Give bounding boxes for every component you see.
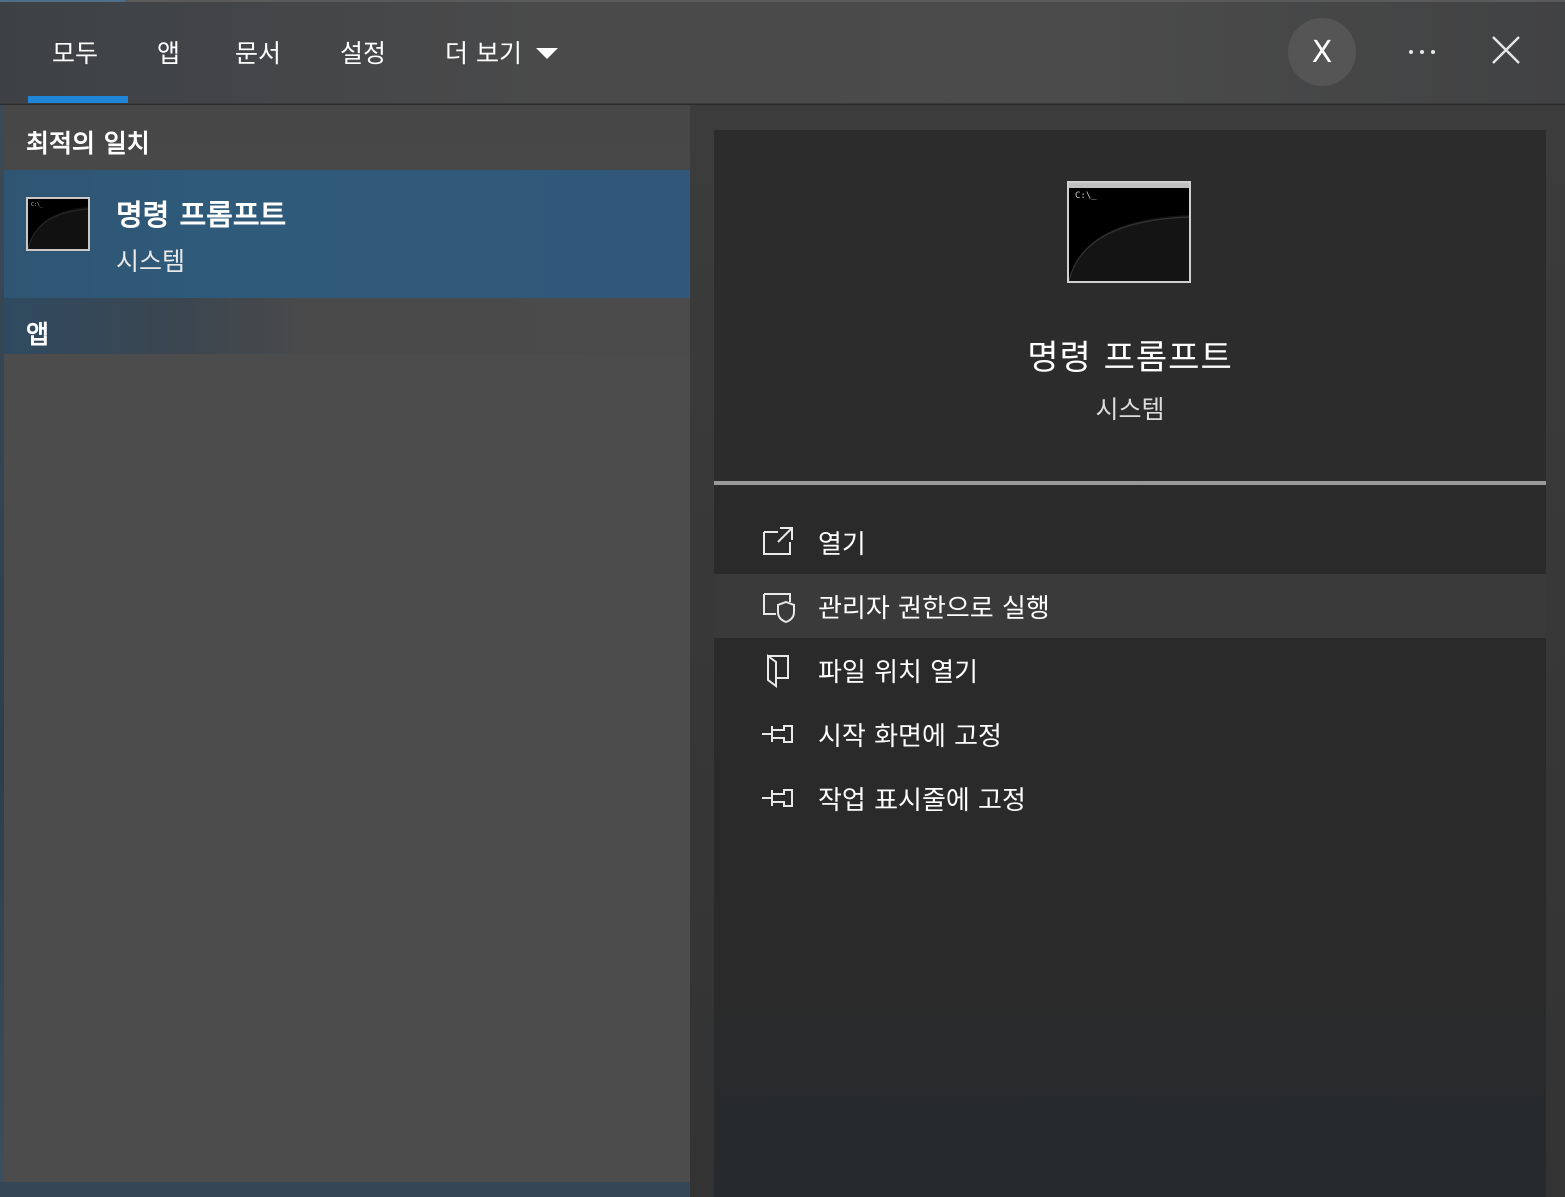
apps-section-header: 앱	[26, 320, 50, 349]
best-match-title: 명령 프롬프트	[116, 198, 287, 232]
detail-divider	[714, 481, 1546, 485]
tab-more-dropdown[interactable]: 더 보기	[445, 0, 558, 104]
tab-documents[interactable]: 문서	[235, 0, 281, 104]
command-prompt-icon: C:\_	[26, 197, 90, 251]
open-action[interactable]: 열기	[714, 510, 1546, 574]
apps-section-bar	[4, 298, 690, 354]
search-tabs-bar: 모두 앱 문서 설정 더 보기 X	[0, 0, 1565, 104]
file-location-icon	[767, 654, 789, 688]
shield-admin-icon	[763, 593, 795, 624]
user-avatar[interactable]: X	[1288, 18, 1356, 86]
open-action-label: 열기	[818, 530, 866, 560]
pin-to-taskbar-label: 작업 표시줄에 고정	[818, 786, 1026, 816]
command-prompt-icon: C:\_	[1067, 181, 1191, 283]
tab-settings[interactable]: 설정	[340, 0, 386, 104]
apps-list	[4, 354, 690, 1182]
close-button[interactable]	[1480, 24, 1532, 76]
best-match-result[interactable]: C:\_ 명령 프롬프트 시스템	[4, 170, 690, 298]
pin-to-start-action[interactable]: 시작 화면에 고정	[714, 702, 1546, 766]
pin-icon	[762, 789, 793, 807]
open-file-location-label: 파일 위치 열기	[818, 658, 979, 688]
detail-title: 명령 프롬프트	[1027, 338, 1233, 378]
best-match-subtitle: 시스템	[116, 247, 186, 276]
svg-text:C:\_: C:\_	[31, 202, 44, 208]
icon-prompt-text: C:\_	[1075, 191, 1097, 201]
chevron-down-icon	[535, 47, 558, 59]
detail-subtitle: 시스템	[1095, 395, 1165, 424]
icon-titlebar	[1069, 183, 1189, 188]
panel-bottom-edge	[0, 1182, 690, 1197]
run-as-admin-action[interactable]: 관리자 권한으로 실행	[714, 574, 1546, 638]
icon-gloss	[1069, 203, 1189, 281]
open-icon	[763, 527, 793, 555]
open-file-location-action[interactable]: 파일 위치 열기	[714, 638, 1546, 702]
best-match-header: 최적의 일치	[26, 129, 150, 158]
ellipsis-icon	[1409, 50, 1413, 54]
active-tab-indicator	[28, 96, 128, 103]
more-options-button[interactable]	[1392, 22, 1452, 82]
pin-icon	[762, 725, 793, 743]
tab-all[interactable]: 모두	[52, 0, 98, 104]
run-as-admin-label: 관리자 권한으로 실행	[818, 594, 1050, 624]
close-icon	[1492, 36, 1520, 64]
tab-apps[interactable]: 앱	[157, 0, 180, 104]
pin-to-taskbar-action[interactable]: 작업 표시줄에 고정	[714, 766, 1546, 830]
pin-to-start-label: 시작 화면에 고정	[818, 722, 1002, 752]
